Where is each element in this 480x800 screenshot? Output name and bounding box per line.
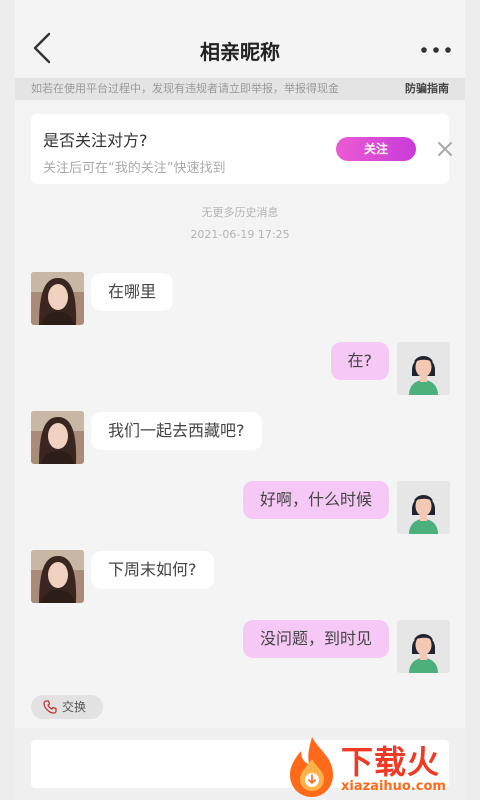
female-avatar-photo	[31, 272, 84, 325]
message-bubble-other: 我们一起去西藏吧?	[91, 412, 262, 450]
default-avatar-icon	[397, 620, 450, 673]
default-avatar-icon	[397, 342, 450, 395]
follow-card: 是否关注对方? 关注后可在“我的关注”快速找到 关注	[31, 114, 452, 184]
phone-icon	[43, 700, 57, 714]
more-button[interactable]	[419, 40, 453, 60]
watermark-url: xiazaihuo.com	[341, 779, 446, 794]
follow-subtitle: 关注后可在“我的关注”快速找到	[43, 161, 226, 176]
no-more-history: 无更多历史消息	[201, 206, 279, 219]
flame-logo-icon	[290, 737, 333, 797]
watermark: 下载火 xiazaihuo.com	[283, 735, 480, 800]
avatar-self[interactable]	[397, 481, 450, 534]
message-bubble-self: 在?	[330, 342, 389, 380]
warning-bar: 如若在使用平台过程中，发现有违规者请立即举报，举报得现金 防骗指南	[15, 78, 465, 100]
avatar-self[interactable]	[397, 342, 450, 395]
default-avatar-icon	[397, 481, 450, 534]
warning-text: 如若在使用平台过程中，发现有违规者请立即举报，举报得现金	[31, 82, 339, 95]
female-avatar-photo	[31, 411, 84, 464]
avatar-other[interactable]	[31, 550, 84, 603]
message-bubble-other: 下周末如何?	[91, 551, 214, 589]
more-dots-icon	[421, 47, 451, 53]
chat-screen: 相亲昵称 如若在使用平台过程中，发现有违规者请立即举报，举报得现金 防骗指南 是…	[15, 0, 465, 800]
avatar-self[interactable]	[397, 620, 450, 673]
page-title: 相亲昵称	[200, 40, 280, 64]
exchange-button[interactable]: 交换	[31, 695, 103, 719]
watermark-text: 下载火	[341, 743, 441, 781]
follow-button[interactable]: 关注	[336, 137, 416, 161]
avatar-other[interactable]	[31, 272, 84, 325]
follow-title: 是否关注对方?	[43, 131, 148, 150]
message-bubble-other: 在哪里	[91, 273, 174, 311]
message-bubble-self: 没问题，到时见	[242, 620, 389, 658]
close-follow-button[interactable]	[436, 140, 454, 158]
female-avatar-photo	[31, 550, 84, 603]
nav-header: 相亲昵称	[15, 0, 465, 78]
exchange-label: 交换	[62, 700, 87, 714]
close-icon	[438, 142, 452, 156]
avatar-other[interactable]	[31, 411, 84, 464]
anti-fraud-guide-link[interactable]: 防骗指南	[405, 78, 449, 100]
message-timestamp: 2021-06-19 17:25	[190, 228, 290, 241]
message-bubble-self: 好啊，什么时候	[242, 481, 389, 519]
